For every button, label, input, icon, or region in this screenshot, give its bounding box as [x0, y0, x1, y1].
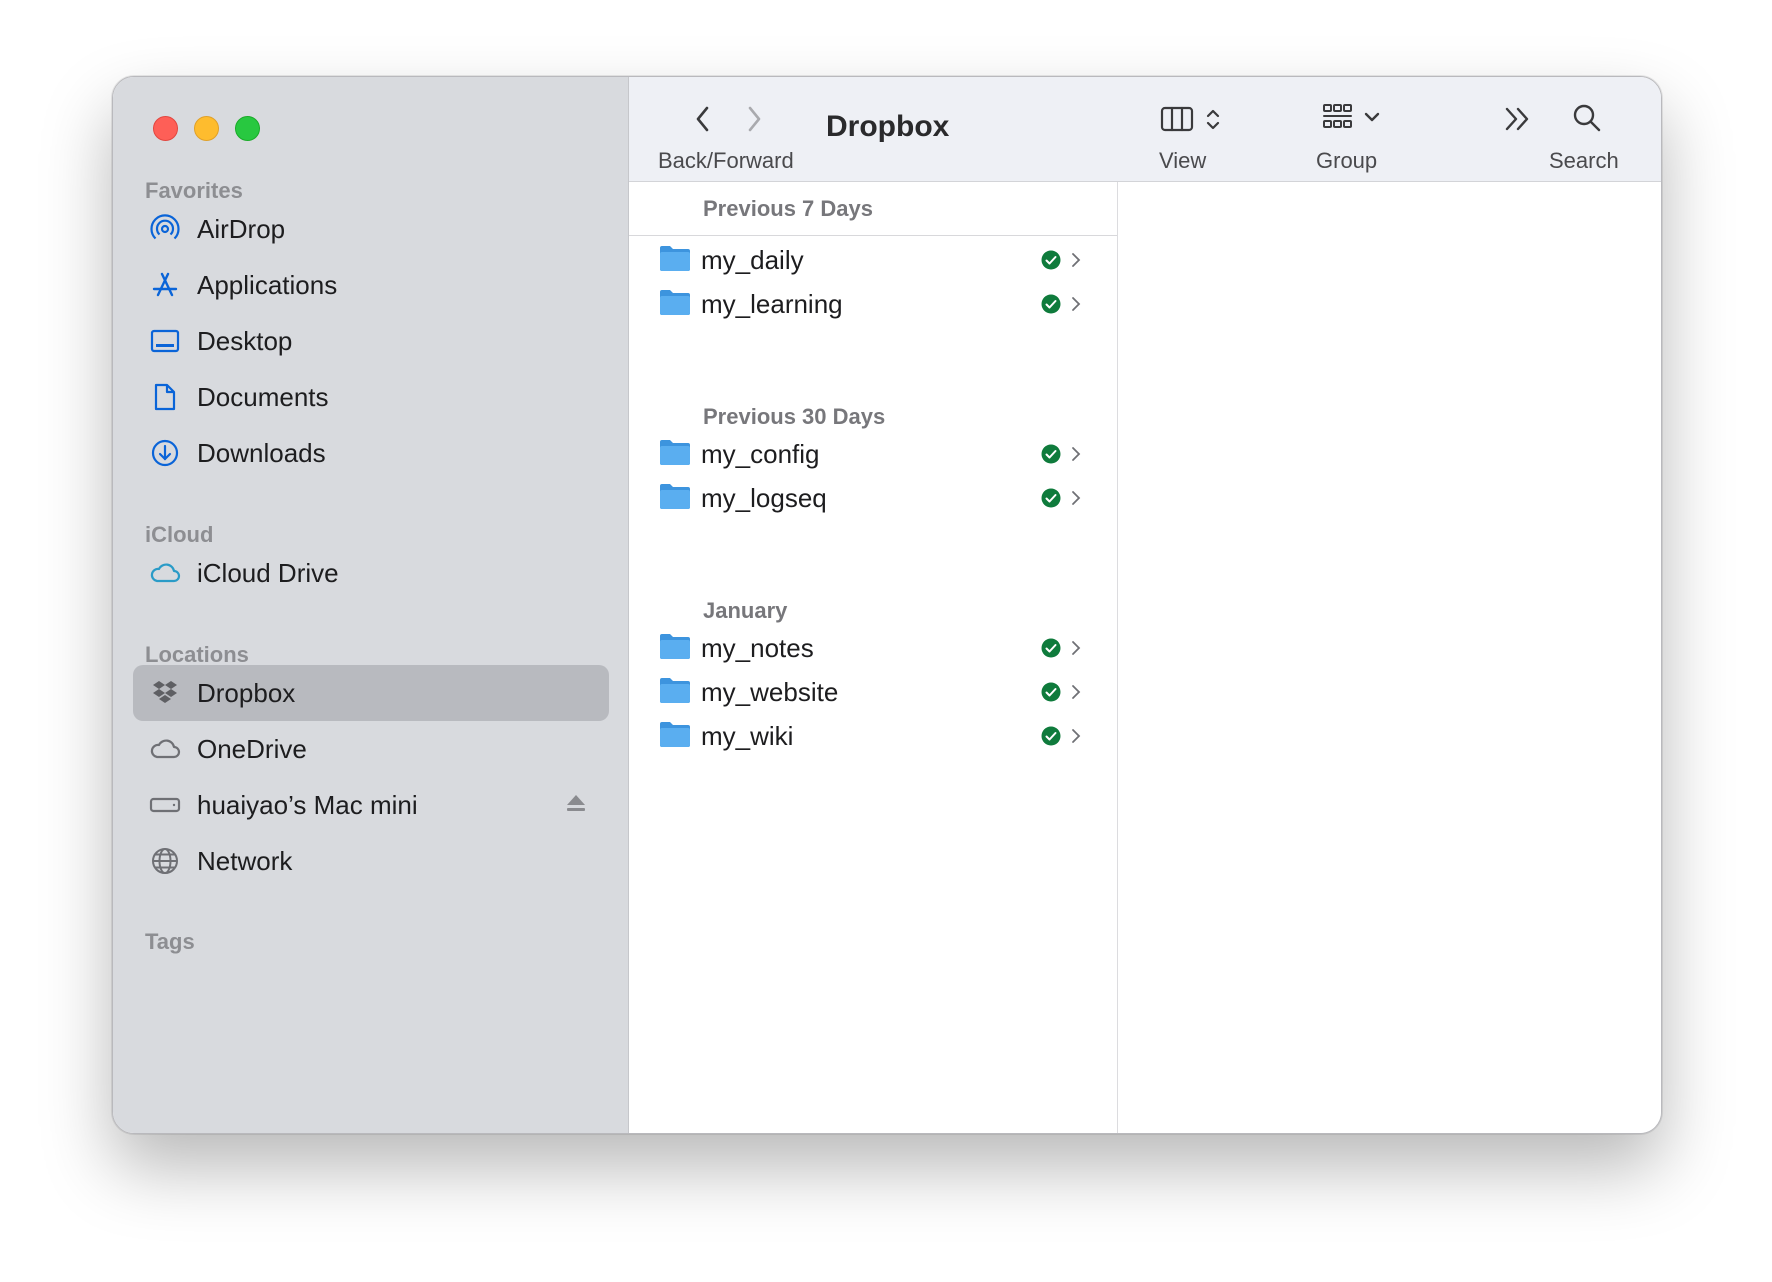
list-item[interactable]: my_config	[659, 434, 1099, 474]
sidebar-item-network[interactable]: Network	[133, 833, 609, 889]
sidebar-item-downloads[interactable]: Downloads	[133, 425, 609, 481]
eject-icon[interactable]	[565, 792, 587, 819]
sidebar-item-label: huaiyao’s Mac mini	[197, 789, 418, 820]
file-name: my_learning	[701, 288, 843, 319]
download-icon	[149, 437, 181, 469]
sidebar-item-onedrive[interactable]: OneDrive	[133, 721, 609, 777]
sidebar-item-label: Dropbox	[197, 677, 296, 708]
file-column: Previous 7 Days my_daily my_learning Pre…	[629, 182, 1118, 1133]
chevron-right-icon	[1071, 727, 1081, 750]
group-header: Previous 30 Days	[629, 404, 1117, 434]
sidebar-item-dropbox[interactable]: Dropbox	[133, 665, 609, 721]
section-title-tags[interactable]: Tags	[145, 929, 195, 955]
sidebar-item-label: Downloads	[197, 437, 326, 468]
synced-check-icon	[1041, 682, 1061, 707]
sidebar-item-icloud-drive[interactable]: iCloud Drive	[133, 545, 609, 601]
list-item[interactable]: my_website	[659, 672, 1099, 712]
preview-column[interactable]	[1119, 182, 1661, 1133]
forward-button[interactable]	[743, 104, 765, 139]
sidebar-item-desktop[interactable]: Desktop	[133, 313, 609, 369]
synced-check-icon	[1041, 294, 1061, 319]
drive-icon	[149, 789, 181, 821]
search-icon[interactable]	[1571, 102, 1603, 139]
chevron-right-icon	[1071, 295, 1081, 318]
back-button[interactable]	[692, 104, 714, 139]
file-name: my_website	[701, 676, 839, 707]
chevron-right-icon	[1071, 251, 1081, 274]
chevron-right-icon	[1071, 489, 1081, 512]
cloud-icon	[149, 733, 181, 765]
sidebar-item-mac-mini[interactable]: huaiyao’s Mac mini	[133, 777, 609, 833]
synced-check-icon	[1041, 488, 1061, 513]
file-name: my_daily	[701, 244, 804, 275]
chevron-right-icon	[1071, 683, 1081, 706]
group-label: Group	[1316, 148, 1378, 173]
document-icon	[149, 381, 181, 413]
sidebar-item-label: Network	[197, 845, 293, 876]
file-name: my_config	[701, 438, 820, 469]
view-label: View	[1159, 148, 1207, 173]
folder-icon	[659, 438, 691, 471]
toolbar: Back/Forward Dropbox View Group Search	[629, 77, 1661, 182]
window-controls	[153, 116, 260, 141]
file-name: my_logseq	[701, 482, 827, 513]
folder-icon	[659, 288, 691, 321]
group-button[interactable]	[1322, 102, 1388, 139]
airdrop-icon	[149, 213, 181, 245]
sidebar-item-label: AirDrop	[197, 213, 286, 244]
globe-icon	[149, 845, 181, 877]
sidebar-item-label: iCloud Drive	[197, 557, 339, 588]
folder-icon	[659, 244, 691, 277]
synced-check-icon	[1041, 444, 1061, 469]
more-toolbar-items-icon[interactable]	[1502, 104, 1534, 139]
view-button[interactable]	[1160, 104, 1228, 139]
list-item[interactable]: my_learning	[659, 284, 1099, 324]
search-label: Search	[1549, 148, 1619, 173]
zoom-button[interactable]	[235, 116, 260, 141]
window-title: Dropbox	[826, 110, 950, 143]
sidebar-item-documents[interactable]: Documents	[133, 369, 609, 425]
sidebar-item-label: Desktop	[197, 325, 293, 356]
dropbox-icon	[149, 677, 181, 709]
folder-icon	[659, 676, 691, 709]
group-title: Previous 30 Days	[703, 404, 886, 429]
sidebar-item-applications[interactable]: Applications	[133, 257, 609, 313]
chevron-right-icon	[1071, 445, 1081, 468]
sidebar-item-label: OneDrive	[197, 733, 307, 764]
close-button[interactable]	[153, 116, 178, 141]
group-title: Previous 7 Days	[703, 196, 873, 221]
folder-icon	[659, 482, 691, 515]
cloud-icon	[149, 557, 181, 589]
group-header: January	[629, 598, 1117, 628]
list-item[interactable]: my_notes	[659, 628, 1099, 668]
desktop-icon	[149, 325, 181, 357]
finder-window: Favorites AirDrop Applications Desktop D…	[112, 76, 1662, 1134]
back-forward-label: Back/Forward	[658, 148, 794, 173]
file-name: my_wiki	[701, 720, 794, 751]
synced-check-icon	[1041, 726, 1061, 751]
sidebar-item-label: Applications	[197, 269, 338, 300]
applications-icon	[149, 269, 181, 301]
synced-check-icon	[1041, 638, 1061, 663]
file-name: my_notes	[701, 632, 814, 663]
sidebar-item-label: Documents	[197, 381, 329, 412]
folder-icon	[659, 720, 691, 753]
list-item[interactable]: my_logseq	[659, 478, 1099, 518]
list-item[interactable]: my_wiki	[659, 716, 1099, 756]
sidebar: Favorites AirDrop Applications Desktop D…	[113, 77, 629, 1133]
synced-check-icon	[1041, 250, 1061, 275]
list-item[interactable]: my_daily	[659, 240, 1099, 280]
minimize-button[interactable]	[194, 116, 219, 141]
group-header: Previous 7 Days	[629, 182, 1117, 236]
folder-icon	[659, 632, 691, 665]
sidebar-item-airdrop[interactable]: AirDrop	[133, 201, 609, 257]
chevron-right-icon	[1071, 639, 1081, 662]
group-title: January	[703, 598, 788, 623]
